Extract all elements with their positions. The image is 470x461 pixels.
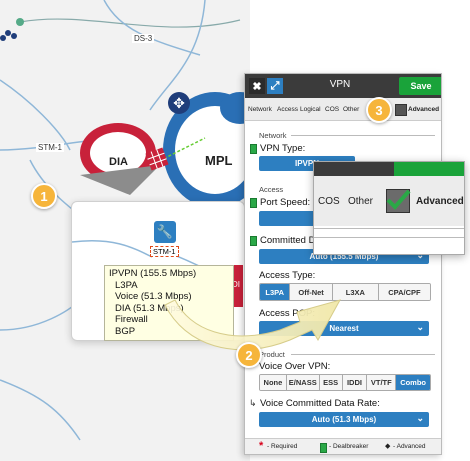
step-badge-1: 1 — [31, 183, 57, 209]
step-badge-2: 2 — [236, 342, 262, 368]
guide-arrow — [164, 299, 342, 351]
step-badge-3: 3 — [366, 97, 392, 123]
